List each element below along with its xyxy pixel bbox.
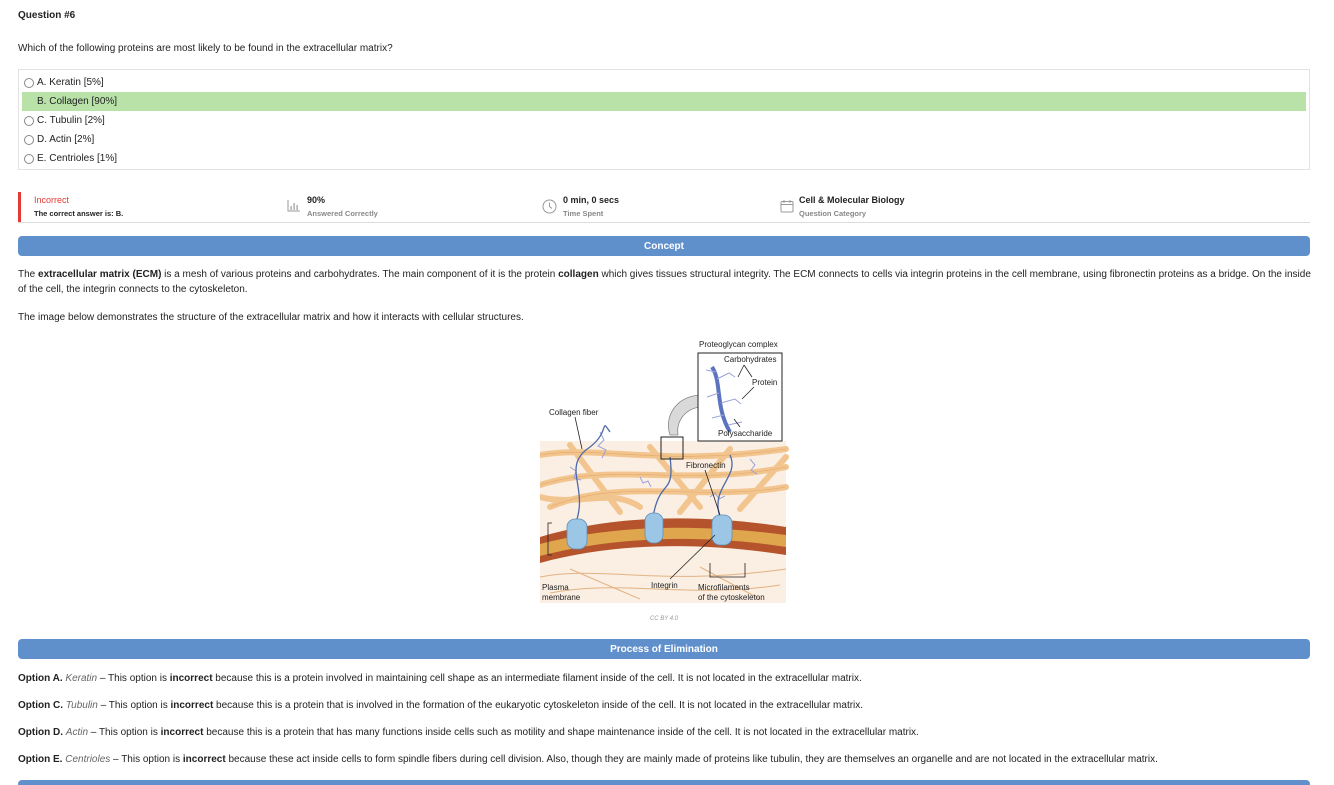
image-credit: CC BY 4.0 <box>649 616 679 622</box>
option-a[interactable]: A. Keratin [5%] <box>22 73 1306 92</box>
concept-term-collagen: collagen <box>558 269 599 280</box>
answered-label: Answered Correctly <box>307 209 378 218</box>
option-d[interactable]: D. Actin [2%] <box>22 130 1306 149</box>
concept-paragraph: The extracellular matrix (ECM) is a mesh… <box>18 268 1314 297</box>
label-proteoglycan: Proteoglycan complex <box>699 340 778 349</box>
concept-header[interactable]: Concept <box>18 236 1310 256</box>
elim-option-label: Option E. <box>18 754 63 765</box>
label-microfilaments: Microfilaments <box>698 583 750 592</box>
elimination-header[interactable]: Process of Elimination <box>18 639 1310 659</box>
question-number: Question #6 <box>18 10 76 21</box>
question-text: Which of the following proteins are most… <box>18 43 393 54</box>
elim-option-label: Option A. <box>18 673 63 684</box>
time-spent-stat: 0 min, 0 secs Time Spent <box>563 195 619 218</box>
result-subtitle: The correct answer is: B. <box>34 209 124 218</box>
elim-text: because this is a protein that has many … <box>203 727 919 738</box>
elim-text: – This option is <box>97 673 170 684</box>
elim-text: because this is a protein involved in ma… <box>212 673 862 684</box>
answer-options: A. Keratin [5%] B. Collagen [90%] C. Tub… <box>18 69 1310 170</box>
ecm-diagram: Proteoglycan complex Carbohydrates Prote… <box>540 340 789 603</box>
option-b[interactable]: B. Collagen [90%] <box>22 92 1306 111</box>
elim-option-label: Option D. <box>18 727 63 738</box>
elim-verdict: incorrect <box>182 754 226 765</box>
incorrect-indicator <box>18 192 21 222</box>
elim-verdict: incorrect <box>169 673 213 684</box>
concept-text: is a mesh of various proteins and carboh… <box>161 269 559 280</box>
label-carbohydrates: Carbohydrates <box>724 355 776 364</box>
clock-icon <box>542 199 557 214</box>
concept-image-intro: The image below demonstrates the structu… <box>18 312 524 323</box>
label-fibronectin: Fibronectin <box>686 461 726 470</box>
category-label: Question Category <box>799 209 867 218</box>
time-value: 0 min, 0 secs <box>563 195 620 205</box>
answered-value: 90% <box>307 195 326 205</box>
label-plasma: Plasma <box>542 583 569 592</box>
concept-text: The <box>18 269 39 280</box>
concept-term-ecm: extracellular matrix (ECM) <box>38 269 162 280</box>
elim-text: because this is a protein that is involv… <box>213 700 864 711</box>
category-stat: Cell & Molecular Biology Question Catego… <box>799 195 905 218</box>
proteoglycan-inset <box>697 352 783 442</box>
radio-icon[interactable] <box>24 115 34 126</box>
elim-verdict: incorrect <box>170 700 214 711</box>
radio-icon[interactable] <box>24 134 34 145</box>
radio-icon[interactable] <box>24 77 34 88</box>
result-stats: Incorrect The correct answer is: B. 90% … <box>18 192 1310 223</box>
bar-chart-icon <box>287 200 300 212</box>
elimination-item: Option A. Keratin – This option is incor… <box>18 673 862 684</box>
option-label: A. Keratin [5%] <box>37 77 104 88</box>
label-protein: Protein <box>752 378 777 387</box>
elim-option-label: Option C. <box>18 700 63 711</box>
elimination-item: Option E. Centrioles – This option is in… <box>18 754 1158 765</box>
answered-correctly-stat: 90% Answered Correctly <box>307 195 378 218</box>
label-cytoskeleton: of the cytoskeleton <box>698 593 765 602</box>
label-integrin: Integrin <box>651 581 678 590</box>
option-c[interactable]: C. Tubulin [2%] <box>22 111 1306 130</box>
label-membrane: membrane <box>542 593 581 602</box>
category-value: Cell & Molecular Biology <box>799 195 905 205</box>
elim-text: because these act inside cells to form s… <box>225 754 1158 765</box>
elim-option-name: Centrioles <box>65 754 111 765</box>
elimination-item: Option D. Actin – This option is incorre… <box>18 727 919 738</box>
next-section-header[interactable] <box>18 780 1310 785</box>
elim-text: – This option is <box>110 754 183 765</box>
option-label: B. Collagen [90%] <box>37 96 118 107</box>
label-collagen-fiber: Collagen fiber <box>549 408 599 417</box>
elim-option-name: Tubulin <box>65 700 98 711</box>
elim-text: – This option is <box>88 727 161 738</box>
option-label: E. Centrioles [1%] <box>37 153 118 164</box>
elim-verdict: incorrect <box>160 727 204 738</box>
option-label: C. Tubulin [2%] <box>37 115 105 126</box>
time-label: Time Spent <box>563 209 604 218</box>
option-label: D. Actin [2%] <box>37 134 95 145</box>
result-status: Incorrect The correct answer is: B. <box>34 195 123 218</box>
elim-option-name: Keratin <box>65 673 98 684</box>
label-polysaccharide: Polysaccharide <box>718 429 773 438</box>
elim-option-name: Actin <box>65 727 89 738</box>
option-e[interactable]: E. Centrioles [1%] <box>22 149 1306 168</box>
radio-icon[interactable] <box>24 153 34 164</box>
result-title: Incorrect <box>34 195 70 205</box>
elim-text: – This option is <box>97 700 171 711</box>
calendar-icon <box>780 200 794 213</box>
elimination-item: Option C. Tubulin – This option is incor… <box>18 700 863 711</box>
